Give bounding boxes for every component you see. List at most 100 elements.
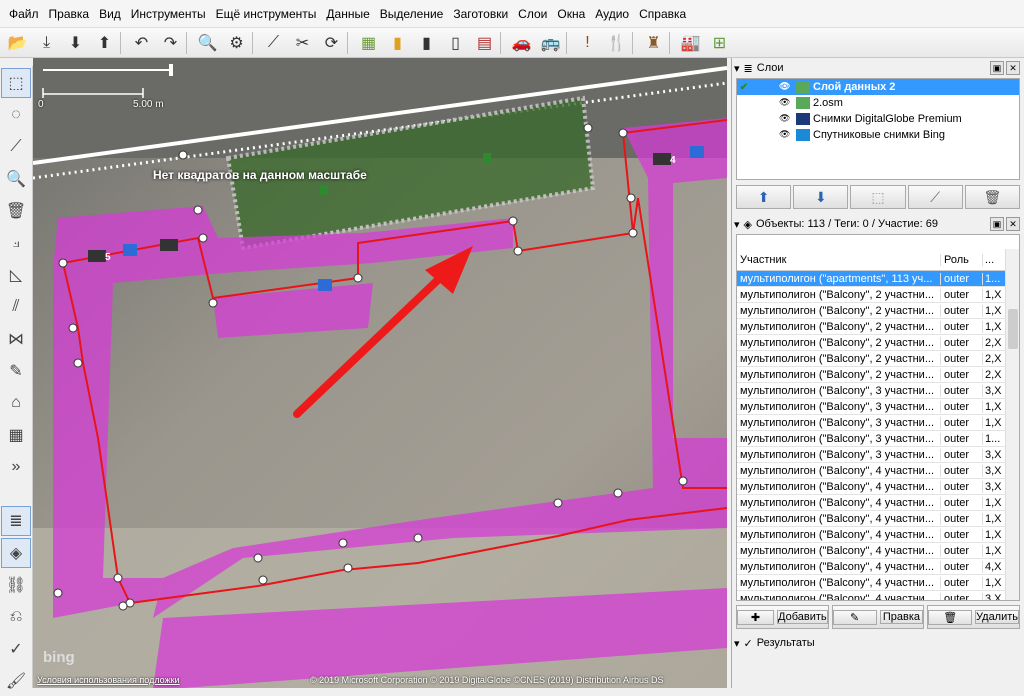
- layer-settings-icon[interactable]: ⟋: [907, 185, 963, 209]
- col-role-header[interactable]: Роль: [941, 253, 983, 266]
- col-more-header[interactable]: ...: [983, 254, 1003, 266]
- table-row[interactable]: мультиполигон ("Balcony", 3 участни... ou…: [737, 383, 1019, 399]
- lasso-tool-icon[interactable]: ◌: [1, 100, 31, 130]
- table-row[interactable]: мультиполигон ("Balcony", 4 участни... ou…: [737, 575, 1019, 591]
- history-icon[interactable]: ⎌: [1, 602, 31, 632]
- visibility-eye-icon[interactable]: 👁: [779, 129, 793, 141]
- close-icon[interactable]: ✕: [1006, 61, 1020, 75]
- menu-item[interactable]: Правка: [44, 7, 95, 21]
- pin-icon[interactable]: ▣: [990, 61, 1004, 75]
- delete-button[interactable]: 🗑 Удалить: [927, 605, 1021, 629]
- table-scrollbar[interactable]: [1005, 249, 1019, 600]
- preset-barrier-icon[interactable]: ▯: [442, 30, 469, 56]
- menu-item[interactable]: Заготовки: [448, 7, 513, 21]
- table-row[interactable]: мультиполигон ("Balcony", 3 участни... ou…: [737, 399, 1019, 415]
- pencil-icon[interactable]: ✎: [1, 356, 31, 386]
- upload-icon[interactable]: ⬆: [91, 30, 118, 56]
- parallel-icon[interactable]: ⫽: [1, 292, 31, 322]
- layers-toggle-icon[interactable]: ≣: [1, 506, 31, 536]
- preset-food-icon[interactable]: 🍴: [603, 30, 630, 56]
- table-row[interactable]: мультиполигон ("Balcony", 2 участни... ou…: [737, 351, 1019, 367]
- select-tool-icon[interactable]: ⬚: [1, 68, 31, 98]
- preset-road-icon[interactable]: ▮: [384, 30, 411, 56]
- preset-industrial-icon[interactable]: 🏭: [677, 30, 704, 56]
- edit-button[interactable]: ✎ Правка: [831, 605, 925, 629]
- menu-item[interactable]: Выделение: [375, 7, 449, 21]
- delete-layer-icon[interactable]: 🗑: [964, 185, 1021, 209]
- layer-row[interactable]: 👁 Спутниковые снимки Bing: [737, 127, 1019, 143]
- preset-info-icon[interactable]: !: [574, 30, 601, 56]
- table-row[interactable]: мультиполигон ("Balcony", 2 участни... ou…: [737, 335, 1019, 351]
- preset-grass-icon[interactable]: ▦: [355, 30, 382, 56]
- move-down-icon[interactable]: ⬇: [793, 185, 849, 209]
- visibility-eye-icon[interactable]: 👁: [779, 97, 793, 109]
- notes-icon[interactable]: ✓: [1, 634, 31, 664]
- preset-car-icon[interactable]: 🚗: [508, 30, 535, 56]
- preset-castle-icon[interactable]: ♜: [640, 30, 667, 56]
- map-paint-icon[interactable]: 🖌: [1, 666, 31, 696]
- add-button[interactable]: ✚ Добавить: [736, 605, 829, 629]
- table-row[interactable]: мультиполигон ("Balcony", 4 участни... ou…: [737, 527, 1019, 543]
- visibility-eye-icon[interactable]: 👁: [779, 113, 793, 125]
- table-row[interactable]: мультиполигон ("Balcony", 2 участни... ou…: [737, 319, 1019, 335]
- delete-tool-icon[interactable]: 🗑: [1, 196, 31, 226]
- split-way-icon[interactable]: ⋈: [1, 324, 31, 354]
- layer-row[interactable]: 👁 Снимки DigitalGlobe Premium: [737, 111, 1019, 127]
- map-canvas[interactable]: [33, 58, 727, 688]
- reverse-icon[interactable]: ⟳: [318, 30, 345, 56]
- simplify-icon[interactable]: ⟋: [260, 30, 287, 56]
- zoom-tool-icon[interactable]: 🔍: [1, 164, 31, 194]
- scrollbar-thumb[interactable]: [1008, 309, 1018, 349]
- pin-icon[interactable]: ▣: [990, 217, 1004, 231]
- imagery-terms-link[interactable]: Условия использования подложки: [37, 675, 180, 685]
- draw-tool-icon[interactable]: ⟋: [1, 132, 31, 162]
- undo-icon[interactable]: ↶: [128, 30, 155, 56]
- move-up-icon[interactable]: ⬆: [736, 185, 792, 209]
- menu-item[interactable]: Данные: [321, 7, 374, 21]
- preset-bus-icon[interactable]: 🚌: [537, 30, 564, 56]
- tags-toggle-icon[interactable]: ◈: [1, 538, 31, 568]
- collapse-icon[interactable]: ▾: [734, 62, 740, 75]
- table-row[interactable]: мультиполигон ("Balcony", 3 участни... ou…: [737, 431, 1019, 447]
- col-member-header[interactable]: Участник: [737, 253, 941, 266]
- building-icon[interactable]: ▦: [1, 420, 31, 450]
- table-row[interactable]: мультиполигон ("Balcony", 2 участни... ou…: [737, 303, 1019, 319]
- preset-landuse-icon[interactable]: ⊞: [706, 30, 733, 56]
- relations-icon[interactable]: ⛓: [1, 570, 31, 600]
- table-row[interactable]: мультиполигон ("Balcony", 3 участни... ou…: [737, 447, 1019, 463]
- open-icon[interactable]: 📂: [4, 30, 31, 56]
- table-row[interactable]: мультиполигон ("Balcony", 4 участни... ou…: [737, 495, 1019, 511]
- menu-item[interactable]: Аудио: [590, 7, 634, 21]
- close-icon[interactable]: ✕: [1006, 217, 1020, 231]
- improve-way-icon[interactable]: ⟓: [1, 228, 31, 258]
- table-row[interactable]: мультиполигон ("apartments", 113 уч... ou…: [737, 271, 1019, 287]
- gpx-icon[interactable]: ⌂: [1, 388, 31, 418]
- layer-row[interactable]: ✔ 👁 Слой данных 2: [737, 79, 1019, 95]
- table-row[interactable]: мультиполигон ("Balcony", 4 участни... ou…: [737, 559, 1019, 575]
- preferences-icon[interactable]: 🔍: [194, 30, 221, 56]
- merge-layer-icon[interactable]: ⬚: [850, 185, 906, 209]
- table-row[interactable]: мультиполигон ("Balcony", 4 участни... ou…: [737, 543, 1019, 559]
- map-view[interactable]: 0 5.00 m Нет квадратов на данном масштаб…: [33, 58, 727, 688]
- download-data-icon[interactable]: ⬇: [62, 30, 89, 56]
- redo-icon[interactable]: ↷: [157, 30, 184, 56]
- preset-wall-icon[interactable]: ▤: [471, 30, 498, 56]
- menu-item[interactable]: Окна: [552, 7, 590, 21]
- menu-item[interactable]: Инструменты: [126, 7, 211, 21]
- menu-item[interactable]: Ещё инструменты: [211, 7, 322, 21]
- menu-item[interactable]: Файл: [4, 7, 44, 21]
- table-row[interactable]: мультиполигон ("Balcony", 4 участни... ou…: [737, 511, 1019, 527]
- table-row[interactable]: мультиполигон ("Balcony", 3 участни... ou…: [737, 415, 1019, 431]
- table-row[interactable]: мультиполигон ("Balcony", 2 участни... ou…: [737, 367, 1019, 383]
- visibility-eye-icon[interactable]: 👁: [779, 81, 793, 93]
- split-icon[interactable]: ✂: [289, 30, 316, 56]
- table-row[interactable]: мультиполигон ("Balcony", 4 участни... ou…: [737, 479, 1019, 495]
- preset-railway-icon[interactable]: ▮: [413, 30, 440, 56]
- table-row[interactable]: мультиполигон ("Balcony", 4 участни... ou…: [737, 591, 1019, 600]
- collapse-icon[interactable]: ▾: [734, 218, 740, 231]
- table-row[interactable]: мультиполигон ("Balcony", 2 участни... ou…: [737, 287, 1019, 303]
- table-row[interactable]: мультиполигон ("Balcony", 4 участни... ou…: [737, 463, 1019, 479]
- layer-row[interactable]: 👁 2.osm: [737, 95, 1019, 111]
- collapse-icon[interactable]: ▾: [734, 637, 740, 650]
- menu-item[interactable]: Вид: [94, 7, 126, 21]
